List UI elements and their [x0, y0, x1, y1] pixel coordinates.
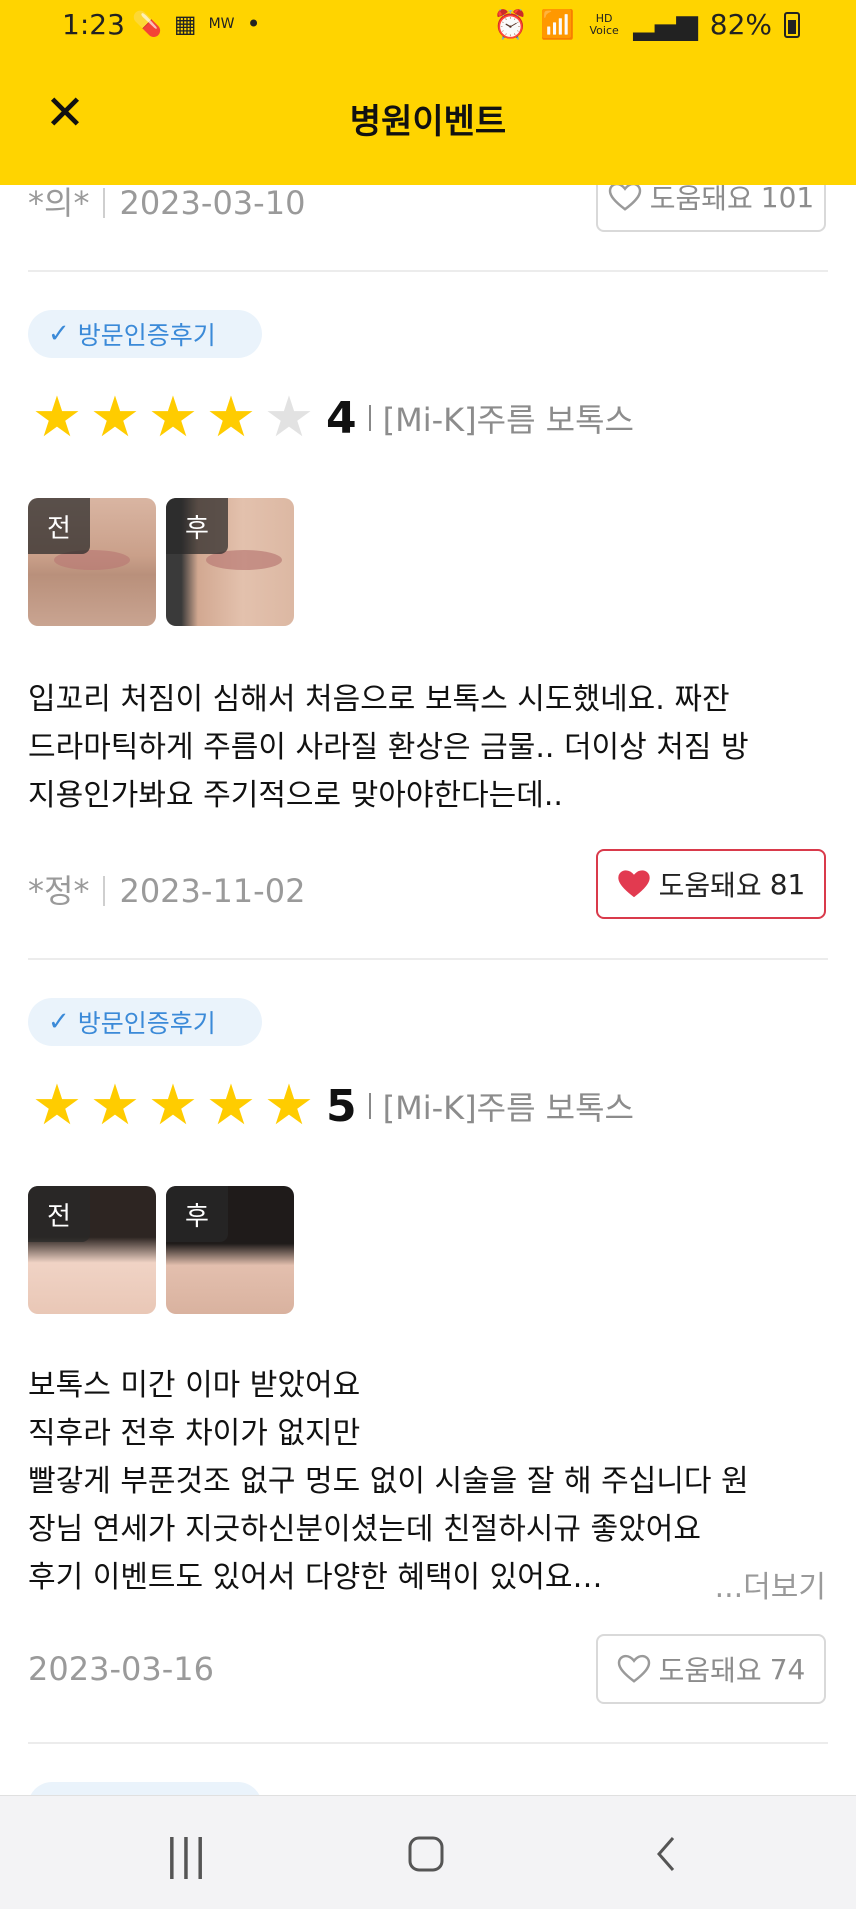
helpful-count: 74 [769, 1652, 806, 1686]
alarm-icon: ⏰ [493, 8, 529, 41]
battery-percent: 82% [709, 8, 772, 41]
rating-score: 5 [326, 1080, 357, 1132]
divider [28, 270, 828, 272]
review-date: 2023-11-02 [119, 872, 306, 910]
status-right-icons: ⏰ 📶 HD Voice ▂▄▆ 82% [493, 8, 800, 41]
before-photo[interactable]: 전 [28, 1186, 156, 1314]
review-line: 보톡스 미간 이마 받았어요 [28, 1368, 361, 1403]
status-bar: 1:23 💊 ▦ MW • ⏰ 📶 HD Voice ▂▄▆ 82% [0, 0, 856, 52]
heart-filled-icon [617, 870, 650, 898]
status-time: 1:23 [62, 8, 125, 41]
review-text: 보톡스 미간 이마 받았어요 직후라 전후 차이가 없지만 빨갛게 부푼것조 없… [28, 1362, 828, 1602]
star-icon: ★ [31, 385, 83, 450]
check-icon: ✓ [48, 1007, 70, 1037]
helpful-button[interactable]: 도움돼요 81 [596, 849, 826, 919]
rating-row: ★ ★ ★ ★ ★ 4 [Mi-K]주름 보톡스 [28, 390, 634, 446]
verified-visit-badge: ✓ 방문인증후기 [28, 310, 262, 358]
pill-icon: 💊 [132, 10, 162, 38]
review-line: 직후라 전후 차이가 없지만 [28, 1416, 361, 1451]
after-photo[interactable]: 후 [166, 1186, 294, 1314]
rating-separator [368, 1093, 371, 1119]
before-after-photos: 전 후 [28, 1186, 294, 1314]
hd-voice-label: HD Voice [589, 11, 619, 37]
back-chevron [657, 1837, 675, 1871]
product-name: [Mi-K]주름 보톡스 [382, 1089, 634, 1127]
helpful-button[interactable]: 도움돼요 74 [596, 1634, 826, 1704]
review-meta: *정* 2023-11-02 [28, 866, 305, 912]
helpful-count: 101 [760, 180, 815, 214]
review-line: 장님 연세가 지긋하신분이셨는데 친절하시규 좋았어요 [28, 1512, 701, 1547]
battery-icon [784, 11, 800, 38]
review-line: 드라마틱하게 주름이 사라질 환상은 금물.. 더이상 처짐 방 [28, 730, 749, 765]
review-line: 지용인가봐요 주기적으로 맞아야한다는데.. [28, 778, 563, 813]
recent-apps-icon[interactable]: ||| [156, 1824, 216, 1884]
star-icon: ★ [205, 385, 257, 450]
status-mw: MW [208, 16, 235, 32]
star-icon: ★ [147, 385, 199, 450]
app-header: ✕ 병원이벤트 [0, 52, 856, 185]
after-tag: 후 [166, 498, 228, 554]
back-icon[interactable] [636, 1824, 696, 1884]
status-left-icons: 💊 ▦ MW • [132, 10, 261, 38]
home-icon[interactable] [396, 1824, 456, 1884]
helpful-label: 도움돼요 [658, 1654, 762, 1687]
before-tag: 전 [28, 1186, 90, 1242]
system-nav-bar: ||| [0, 1795, 856, 1909]
before-photo[interactable]: 전 [28, 498, 156, 626]
helpful-label: 도움돼요 [658, 869, 762, 902]
badge-label: 방문인증후기 [77, 321, 216, 350]
review-date: 2023-03-10 [119, 184, 306, 222]
star-empty-icon: ★ [263, 385, 315, 450]
review-list: *의* 2023-03-10 도움돼요 101 ✓ 방문인증후기 ★ ★ ★ ★ … [0, 0, 856, 1795]
review-date: 2023-03-16 [28, 1650, 214, 1688]
meta-separator [103, 188, 106, 218]
verified-visit-badge [28, 1782, 262, 1795]
heart-outline-icon [617, 1654, 650, 1683]
after-photo[interactable]: 후 [166, 498, 294, 626]
heart-outline-icon [608, 182, 641, 211]
star-icon: ★ [89, 385, 141, 450]
review-line: 빨갛게 부푼것조 없구 멍도 없이 시술을 잘 해 주십니다 원 [28, 1464, 749, 1499]
review-author: *의* [28, 184, 90, 222]
home-shape [408, 1836, 444, 1872]
divider [28, 958, 828, 960]
signal-icon: ▂▄▆ [633, 8, 698, 41]
page-title: 병원이벤트 [349, 102, 507, 142]
star-icon: ★ [31, 1073, 83, 1138]
product-name: [Mi-K]주름 보톡스 [382, 401, 634, 439]
meta-separator [103, 876, 106, 906]
read-more-link[interactable]: ...더보기 [715, 1562, 826, 1606]
rating-row: ★ ★ ★ ★ ★ 5 [Mi-K]주름 보톡스 [28, 1078, 634, 1134]
star-icon: ★ [89, 1073, 141, 1138]
before-after-photos: 전 후 [28, 498, 294, 626]
check-icon: ✓ [48, 319, 70, 349]
badge-label: 방문인증후기 [77, 1009, 216, 1038]
star-icon: ★ [147, 1073, 199, 1138]
verified-visit-badge: ✓ 방문인증후기 [28, 998, 262, 1046]
rating-score: 4 [326, 392, 357, 444]
status-dot: • [246, 10, 261, 38]
after-tag: 후 [166, 1186, 228, 1242]
star-icon: ★ [205, 1073, 257, 1138]
review-text: 입꼬리 처짐이 심해서 처음으로 보톡스 시도했네요. 짜잔 드라마틱하게 주름… [28, 676, 828, 820]
divider [28, 1742, 828, 1744]
helpful-count: 81 [769, 867, 806, 901]
before-tag: 전 [28, 498, 90, 554]
rating-separator [368, 405, 371, 431]
review-author: *정* [28, 872, 90, 910]
review-meta: 2023-03-16 [28, 1650, 214, 1688]
star-icon: ★ [263, 1073, 315, 1138]
top-bar: 1:23 💊 ▦ MW • ⏰ 📶 HD Voice ▂▄▆ 82% ✕ 병원이… [0, 0, 856, 185]
wifi-icon: 📶 [540, 8, 576, 41]
grid-icon: ▦ [173, 10, 197, 38]
review-line: 후기 이벤트도 있어서 다양한 혜택이 있어요… [28, 1560, 603, 1595]
review-line: 입꼬리 처짐이 심해서 처음으로 보톡스 시도했네요. 짜잔 [28, 682, 730, 717]
